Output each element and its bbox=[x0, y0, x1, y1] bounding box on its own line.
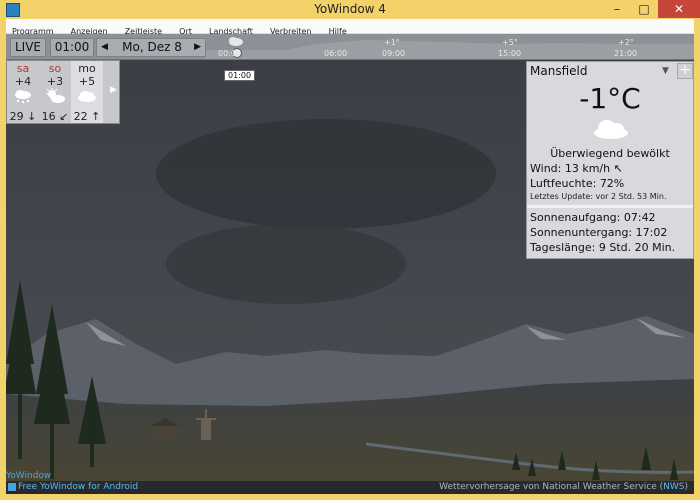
current-time[interactable]: 01:00 bbox=[50, 38, 94, 57]
window-title: YoWindow 4 bbox=[314, 2, 386, 16]
hour-label: 06:00 bbox=[324, 49, 348, 58]
forecast-strip: sa +4 29 ↓ so +3 16 ↙ mo +5 22 ↑ ▶ bbox=[6, 60, 120, 124]
current-temperature: -1°C bbox=[579, 82, 641, 115]
temperature-mark: +2° bbox=[618, 38, 634, 47]
timeline-bar: LIVE 01:00 ◀ Mo, Dez 8 ▶ 00:00 06:00 09:… bbox=[6, 34, 694, 60]
timeline-track[interactable]: 00:00 06:00 09:00 15:00 21:00 +1° +5° +2… bbox=[206, 34, 694, 59]
panel-divider bbox=[527, 205, 693, 208]
hour-label: 00:00 bbox=[218, 49, 242, 58]
temperature-mark: +5° bbox=[502, 38, 518, 47]
menu-bar: Programm Anzeigen Zeitleiste Ort Landsch… bbox=[6, 19, 694, 36]
forecast-more-arrow[interactable]: ▶ bbox=[110, 85, 117, 95]
close-button[interactable]: ✕ bbox=[658, 0, 700, 18]
nws-link[interactable]: NWS bbox=[663, 482, 684, 492]
weather-condition: Überwiegend bewölkt bbox=[550, 147, 670, 160]
android-icon bbox=[8, 483, 16, 491]
current-date: Mo, Dez 8 bbox=[122, 40, 182, 54]
day-name: sa bbox=[16, 62, 30, 75]
chevron-down-icon[interactable]: ▼ bbox=[662, 66, 669, 76]
day-name: mo bbox=[78, 62, 96, 75]
app-window: YoWindow 4 – □ ✕ Programm Anzeigen Zeitl… bbox=[0, 0, 700, 500]
location-name[interactable]: Mansfield bbox=[530, 64, 587, 78]
sun-cloud-icon bbox=[46, 88, 65, 103]
day-wind: 16 ↙ bbox=[41, 110, 69, 123]
wind-info: Wind: 13 km/h ↖ bbox=[530, 162, 623, 175]
temperature-mark: +1° bbox=[384, 38, 400, 47]
credit-end: ) bbox=[684, 482, 688, 492]
day-wind: 22 ↑ bbox=[73, 110, 101, 123]
day-temp: +3 bbox=[46, 75, 64, 88]
live-button[interactable]: LIVE bbox=[10, 38, 46, 57]
humidity-info: Luftfeuchte: 72% bbox=[530, 177, 625, 190]
prev-day-button[interactable]: ◀ bbox=[101, 39, 108, 56]
sunset-info: Sonnenuntergang: 17:02 bbox=[530, 226, 668, 239]
time-tooltip: 01:00 bbox=[224, 70, 256, 81]
snow-cloud-icon bbox=[15, 90, 31, 104]
yowindow-logo[interactable]: YoWindow bbox=[6, 471, 51, 481]
weather-scene: LIVE 01:00 ◀ Mo, Dez 8 ▶ 00:00 06:00 09:… bbox=[6, 34, 694, 494]
day-temp: +5 bbox=[78, 75, 96, 88]
forecast-day-sa[interactable]: sa +4 29 ↓ bbox=[7, 61, 39, 123]
hour-label: 09:00 bbox=[382, 49, 406, 58]
add-location-button[interactable]: + bbox=[677, 63, 693, 79]
forecast-day-so[interactable]: so +3 16 ↙ bbox=[39, 61, 71, 123]
title-bar: YoWindow 4 – □ ✕ bbox=[0, 0, 700, 19]
day-temp: +4 bbox=[14, 75, 32, 88]
hour-label: 21:00 bbox=[614, 49, 638, 58]
day-wind: 29 ↓ bbox=[9, 110, 37, 123]
location-header: Mansfield ▼ + bbox=[527, 62, 693, 80]
hour-label: 15:00 bbox=[498, 49, 522, 58]
day-length-info: Tageslänge: 9 Std. 20 Min. bbox=[530, 241, 676, 254]
maximize-button[interactable]: □ bbox=[631, 0, 657, 18]
day-name: so bbox=[48, 62, 62, 75]
weather-info-panel: Mansfield ▼ + -1°C Überwiegend bewölkt W… bbox=[526, 61, 694, 259]
last-update: Letztes Update: vor 2 Std. 53 Min. bbox=[530, 192, 667, 201]
status-bar: Free YoWindow for Android Wettervorhersa… bbox=[6, 481, 694, 494]
cloud-icon bbox=[78, 91, 96, 102]
next-day-button[interactable]: ▶ bbox=[194, 39, 201, 56]
cloud-icon bbox=[594, 120, 628, 139]
minimize-button[interactable]: – bbox=[604, 0, 630, 18]
forecast-day-mo[interactable]: mo +5 22 ↑ bbox=[71, 61, 103, 123]
forecast-credit: Wettervorhersage von National Weather Se… bbox=[439, 482, 688, 492]
date-selector: ◀ Mo, Dez 8 ▶ bbox=[96, 38, 206, 57]
sunrise-info: Sonnenaufgang: 07:42 bbox=[530, 211, 656, 224]
credit-text: Wettervorhersage von National Weather Se… bbox=[439, 482, 664, 492]
android-promo-link[interactable]: Free YoWindow for Android bbox=[18, 482, 138, 492]
